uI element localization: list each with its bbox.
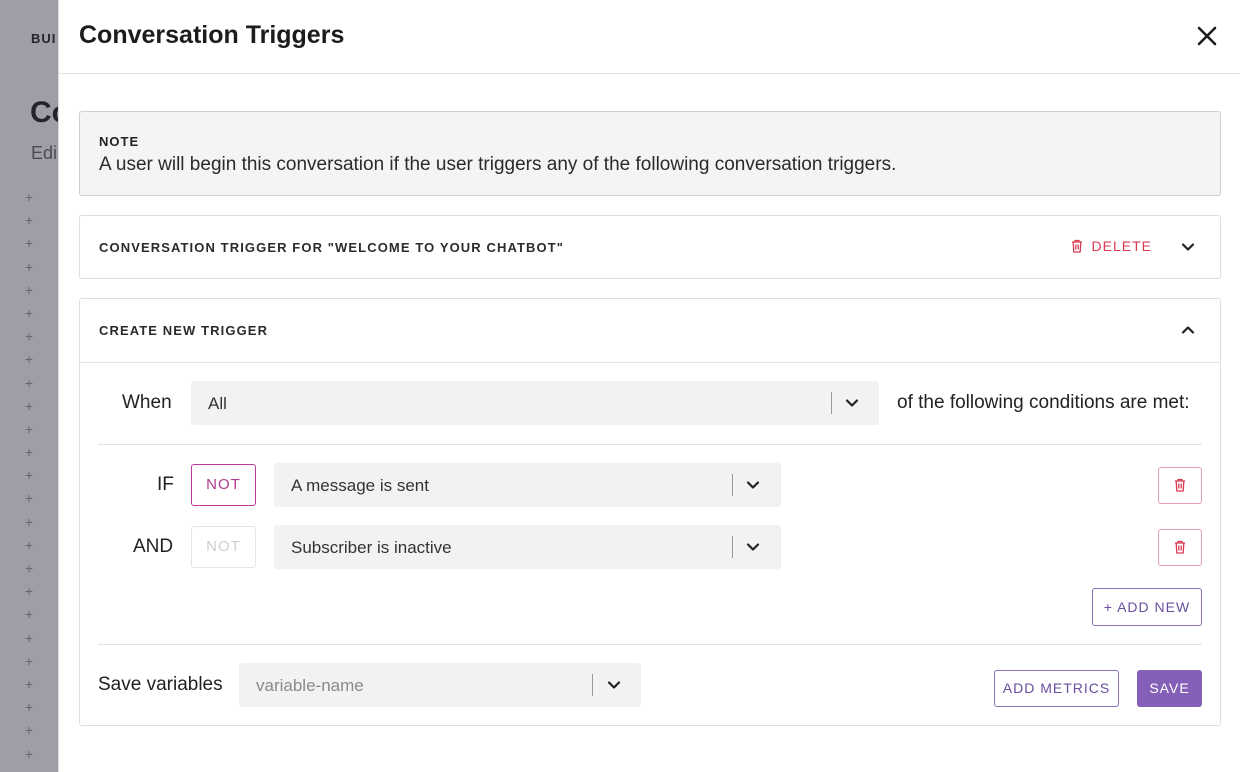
chevron-down-icon	[607, 681, 621, 689]
close-button[interactable]	[1195, 24, 1219, 48]
match-mode-value: All	[208, 394, 227, 413]
existing-trigger-panel: CONVERSATION TRIGGER FOR "WELCOME TO YOU…	[79, 215, 1221, 279]
trash-icon	[1071, 239, 1082, 253]
chevron-down-icon	[746, 481, 760, 489]
select-divider	[732, 474, 733, 496]
delete-condition-button[interactable]	[1158, 529, 1202, 566]
match-mode-select[interactable]: All	[191, 381, 879, 425]
variable-select[interactable]: variable-name	[239, 663, 641, 707]
create-trigger-panel: CREATE NEW TRIGGER When All of the follo…	[79, 298, 1221, 726]
when-suffix: of the following conditions are met:	[897, 392, 1190, 413]
divider	[98, 644, 1202, 645]
select-divider	[732, 536, 733, 558]
condition-value: Subscriber is inactive	[291, 538, 452, 557]
chevron-down-icon	[746, 543, 760, 551]
note-label: NOTE	[99, 134, 140, 149]
trash-icon	[1175, 540, 1185, 554]
not-toggle-button[interactable]: NOT	[191, 464, 256, 506]
save-variables-label: Save variables	[98, 674, 223, 695]
conversation-triggers-modal: Conversation Triggers NOTE A user will b…	[58, 0, 1240, 772]
delete-condition-button[interactable]	[1158, 467, 1202, 504]
add-condition-button[interactable]: + ADD NEW	[1092, 588, 1202, 626]
condition-select[interactable]: A message is sent	[274, 463, 781, 507]
chevron-up-icon[interactable]	[1180, 322, 1196, 338]
variable-placeholder: variable-name	[256, 676, 364, 695]
condition-value: A message is sent	[291, 476, 429, 495]
not-toggle-button[interactable]: NOT	[191, 526, 256, 568]
when-label: When	[122, 392, 172, 413]
delete-trigger-button[interactable]: DELETE	[1071, 238, 1152, 254]
note-box: NOTE A user will begin this conversation…	[79, 111, 1221, 196]
note-text: A user will begin this conversation if t…	[99, 154, 897, 175]
condition-connector-and: AND	[133, 536, 174, 557]
modal-header: Conversation Triggers	[59, 0, 1240, 74]
close-icon	[1197, 26, 1217, 46]
chevron-down-icon	[845, 399, 859, 407]
trash-icon	[1175, 478, 1185, 492]
select-divider	[831, 392, 832, 414]
divider	[98, 444, 1202, 445]
create-trigger-title: CREATE NEW TRIGGER	[99, 323, 269, 338]
condition-connector-if: IF	[157, 474, 174, 495]
select-divider	[592, 674, 593, 696]
condition-select[interactable]: Subscriber is inactive	[274, 525, 781, 569]
chevron-down-icon[interactable]	[1180, 239, 1196, 255]
delete-label: DELETE	[1091, 238, 1152, 254]
save-button[interactable]: SAVE	[1137, 670, 1202, 707]
create-trigger-header[interactable]: CREATE NEW TRIGGER	[80, 299, 1220, 363]
existing-trigger-title: CONVERSATION TRIGGER FOR "WELCOME TO YOU…	[99, 240, 565, 255]
add-metrics-button[interactable]: ADD METRICS	[994, 670, 1119, 707]
modal-title: Conversation Triggers	[79, 21, 345, 49]
